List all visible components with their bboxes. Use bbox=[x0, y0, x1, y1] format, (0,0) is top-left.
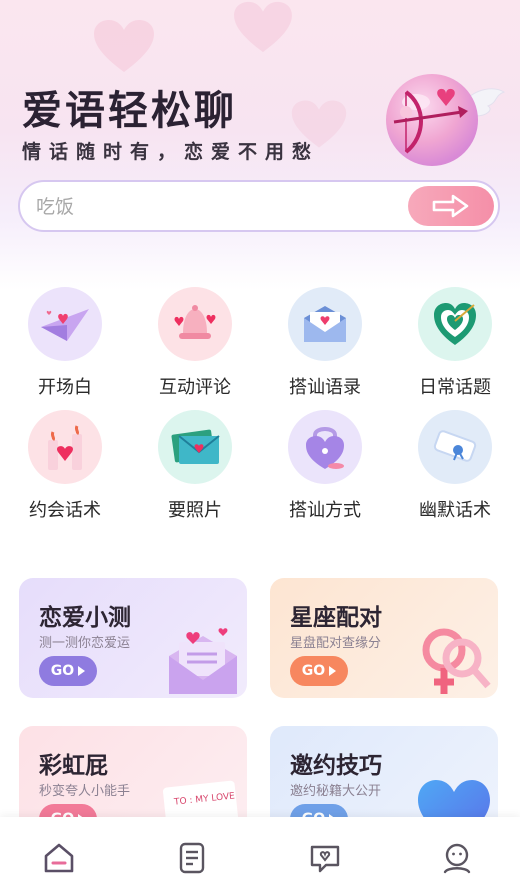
card-love-test[interactable]: 恋爱小测 测一测你恋爱运 GO bbox=[19, 578, 247, 698]
card-subtitle: 测一测你恋爱运 bbox=[39, 636, 131, 651]
category-label: 日常话题 bbox=[419, 377, 491, 398]
arrow-right-icon bbox=[432, 194, 469, 218]
app-subtitle: 情话随时有，恋爱不用愁 bbox=[22, 141, 320, 163]
search-submit-button[interactable] bbox=[408, 186, 494, 226]
go-button[interactable]: GO bbox=[39, 656, 97, 686]
category-label: 搭讪方式 bbox=[289, 500, 361, 521]
app-title: 爱语轻松聊 bbox=[22, 88, 237, 134]
love-lock-icon bbox=[288, 410, 362, 484]
bottom-tab-bar bbox=[0, 817, 520, 889]
category-opening-lines[interactable]: 开场白 bbox=[0, 287, 130, 399]
card-subtitle: 邀约秘籍大公开 bbox=[290, 784, 382, 799]
home-icon[interactable] bbox=[42, 841, 76, 875]
card-title: 星座配对 bbox=[290, 605, 382, 631]
category-label: 约会话术 bbox=[29, 500, 101, 521]
paper-plane-heart-icon bbox=[28, 287, 102, 361]
category-pickup-methods[interactable]: 搭讪方式 bbox=[260, 410, 390, 522]
card-title: 邀约技巧 bbox=[290, 753, 382, 779]
category-ask-photos[interactable]: 要照片 bbox=[130, 410, 260, 522]
card-subtitle: 星盘配对查缘分 bbox=[290, 636, 382, 651]
card-subtitle: 秒变夸人小能手 bbox=[39, 784, 131, 799]
heart-decoration-icon bbox=[234, 1, 292, 53]
search-bar bbox=[18, 180, 500, 232]
heart-envelope-icon bbox=[169, 628, 237, 694]
category-pickup-quotes[interactable]: 搭讪语录 bbox=[260, 287, 390, 399]
heart-envelope-icon bbox=[288, 287, 362, 361]
category-humor-talk[interactable]: 幽默话术 bbox=[390, 410, 520, 522]
candles-heart-icon bbox=[28, 410, 102, 484]
card-title: 恋爱小测 bbox=[39, 605, 131, 631]
category-date-talk[interactable]: 约会话术 bbox=[0, 410, 130, 522]
gender-symbols-icon bbox=[422, 628, 491, 694]
heart-decoration-icon bbox=[94, 20, 154, 72]
card-zodiac-match[interactable]: 星座配对 星盘配对查缘分 GO bbox=[270, 578, 498, 698]
category-daily-topics[interactable]: 日常话题 bbox=[390, 287, 520, 399]
category-label: 开场白 bbox=[38, 377, 92, 398]
love-letter-icon bbox=[158, 410, 232, 484]
heart-bell-icon bbox=[158, 287, 232, 361]
heart-target-icon bbox=[418, 287, 492, 361]
note-icon[interactable] bbox=[175, 841, 209, 875]
category-label: 搭讪语录 bbox=[289, 377, 361, 398]
go-button[interactable]: GO bbox=[290, 656, 348, 686]
search-input[interactable] bbox=[36, 192, 416, 222]
profile-icon[interactable] bbox=[440, 841, 474, 875]
scroll-letter-icon bbox=[418, 410, 492, 484]
cupid-bow-heart-icon bbox=[386, 74, 506, 166]
category-interactive-comments[interactable]: 互动评论 bbox=[130, 287, 260, 399]
heart-chat-icon[interactable] bbox=[308, 841, 342, 875]
category-label: 幽默话术 bbox=[419, 500, 491, 521]
category-label: 要照片 bbox=[168, 500, 222, 521]
card-title: 彩虹屁 bbox=[39, 753, 108, 779]
category-label: 互动评论 bbox=[159, 377, 231, 398]
